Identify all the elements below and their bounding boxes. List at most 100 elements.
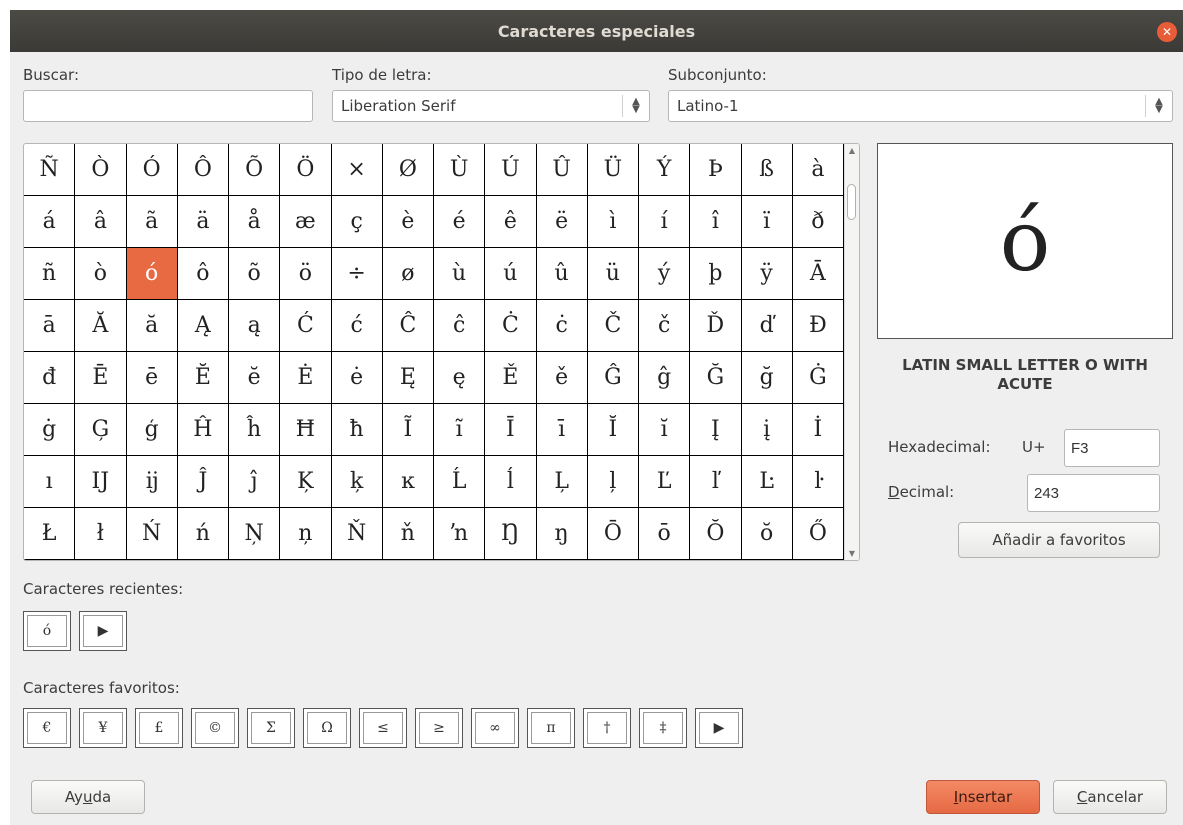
favorite-character[interactable]: ≤	[359, 708, 407, 748]
character-cell[interactable]: Ň	[331, 508, 383, 560]
character-cell[interactable]: ň	[382, 508, 434, 560]
character-cell[interactable]: Ę	[382, 352, 434, 404]
character-cell[interactable]: ĉ	[434, 300, 486, 352]
character-cell[interactable]: ō	[639, 508, 691, 560]
character-cell[interactable]: ÿ	[741, 248, 793, 300]
character-cell[interactable]: ĺ	[485, 456, 537, 508]
character-cell[interactable]: Ő	[792, 508, 844, 560]
character-cell[interactable]: č	[639, 300, 691, 352]
character-cell[interactable]: Ļ	[536, 456, 588, 508]
favorite-character[interactable]: ∞	[471, 708, 519, 748]
character-cell[interactable]: å	[229, 196, 281, 248]
character-cell[interactable]: ě	[536, 352, 588, 404]
character-cell[interactable]: Ą	[177, 300, 229, 352]
character-cell[interactable]: Ù	[434, 144, 486, 196]
character-cell[interactable]: à	[792, 144, 844, 196]
character-cell[interactable]: Ĉ	[382, 300, 434, 352]
character-cell[interactable]: Ö	[280, 144, 332, 196]
character-cell[interactable]: ĳ	[126, 456, 178, 508]
character-cell[interactable]: é	[434, 196, 486, 248]
scrollbar-thumb[interactable]	[847, 184, 856, 220]
character-cell[interactable]: Ĩ	[382, 404, 434, 456]
character-cell[interactable]: ŏ	[741, 508, 793, 560]
character-cell[interactable]: Ý	[639, 144, 691, 196]
favorite-character[interactable]: Ω	[303, 708, 351, 748]
character-cell[interactable]: Ī	[485, 404, 537, 456]
character-cell[interactable]: Ŀ	[741, 456, 793, 508]
character-cell[interactable]: ī	[536, 404, 588, 456]
character-cell[interactable]: è	[382, 196, 434, 248]
scroll-down-icon[interactable]: ▼	[845, 549, 859, 558]
character-cell[interactable]: û	[536, 248, 588, 300]
character-cell[interactable]: ņ	[280, 508, 332, 560]
character-cell[interactable]: ŋ	[536, 508, 588, 560]
character-cell[interactable]: ē	[126, 352, 178, 404]
close-icon[interactable]: ✕	[1157, 22, 1177, 42]
character-cell[interactable]: ă	[126, 300, 178, 352]
character-cell[interactable]: đ	[24, 352, 76, 404]
search-input[interactable]	[23, 90, 313, 122]
character-cell[interactable]: ď	[741, 300, 793, 352]
character-cell[interactable]: ß	[741, 144, 793, 196]
character-cell[interactable]: Ŋ	[485, 508, 537, 560]
character-cell[interactable]: ć	[331, 300, 383, 352]
character-cell[interactable]: Ă	[75, 300, 127, 352]
character-cell[interactable]: Đ	[792, 300, 844, 352]
decimal-input[interactable]	[1027, 474, 1160, 512]
character-cell[interactable]: Ā	[792, 248, 844, 300]
character-cell[interactable]: Į	[690, 404, 742, 456]
character-cell[interactable]: Ô	[177, 144, 229, 196]
favorites-more-icon[interactable]: ▶	[695, 708, 743, 748]
character-cell[interactable]: ı	[24, 456, 76, 508]
character-cell[interactable]: þ	[690, 248, 742, 300]
character-cell[interactable]: Ĺ	[434, 456, 486, 508]
character-cell[interactable]: Ü	[587, 144, 639, 196]
favorite-character[interactable]: ≥	[415, 708, 463, 748]
character-cell[interactable]: ĩ	[434, 404, 486, 456]
character-cell[interactable]: æ	[280, 196, 332, 248]
favorite-character[interactable]: †	[583, 708, 631, 748]
character-cell[interactable]: ö	[280, 248, 332, 300]
character-cell[interactable]: İ	[792, 404, 844, 456]
character-cell[interactable]: ĝ	[639, 352, 691, 404]
character-cell[interactable]: ĕ	[229, 352, 281, 404]
character-cell[interactable]: Ğ	[690, 352, 742, 404]
character-cell[interactable]: ļ	[587, 456, 639, 508]
favorite-character[interactable]: €	[23, 708, 71, 748]
character-cell[interactable]: ŉ	[434, 508, 486, 560]
character-cell[interactable]: ġ	[24, 404, 76, 456]
favorite-character[interactable]: ¥	[79, 708, 127, 748]
character-cell[interactable]: á	[24, 196, 76, 248]
character-cell[interactable]: Ď	[690, 300, 742, 352]
character-cell[interactable]: ń	[177, 508, 229, 560]
character-cell[interactable]: ú	[485, 248, 537, 300]
favorite-character[interactable]: π	[527, 708, 575, 748]
character-cell[interactable]: ø	[382, 248, 434, 300]
character-cell[interactable]: ā	[24, 300, 76, 352]
character-cell[interactable]: Ĥ	[177, 404, 229, 456]
character-cell[interactable]: Ŏ	[690, 508, 742, 560]
character-cell[interactable]: Ł	[24, 508, 76, 560]
character-cell[interactable]: ç	[331, 196, 383, 248]
character-cell[interactable]: ý	[639, 248, 691, 300]
recent-more-icon[interactable]: ▶	[79, 611, 127, 651]
character-cell[interactable]: Ć	[280, 300, 332, 352]
character-cell[interactable]: Õ	[229, 144, 281, 196]
character-cell[interactable]: ê	[485, 196, 537, 248]
character-cell[interactable]: ę	[434, 352, 486, 404]
font-select[interactable]: Liberation Serif ▲ ▼	[332, 90, 650, 122]
character-cell[interactable]: ï	[741, 196, 793, 248]
character-cell[interactable]: Ķ	[280, 456, 332, 508]
subset-select[interactable]: Latino-1 ▲ ▼	[668, 90, 1173, 122]
character-cell[interactable]: Ģ	[75, 404, 127, 456]
character-cell[interactable]: Û	[536, 144, 588, 196]
character-cell[interactable]: Ĕ	[177, 352, 229, 404]
favorite-character[interactable]: £	[135, 708, 183, 748]
character-cell[interactable]: Ē	[75, 352, 127, 404]
character-cell[interactable]: Č	[587, 300, 639, 352]
favorite-character[interactable]: ‡	[639, 708, 687, 748]
character-cell[interactable]: Ú	[485, 144, 537, 196]
character-cell[interactable]: â	[75, 196, 127, 248]
character-cell[interactable]: Ó	[126, 144, 178, 196]
character-cell[interactable]: ė	[331, 352, 383, 404]
